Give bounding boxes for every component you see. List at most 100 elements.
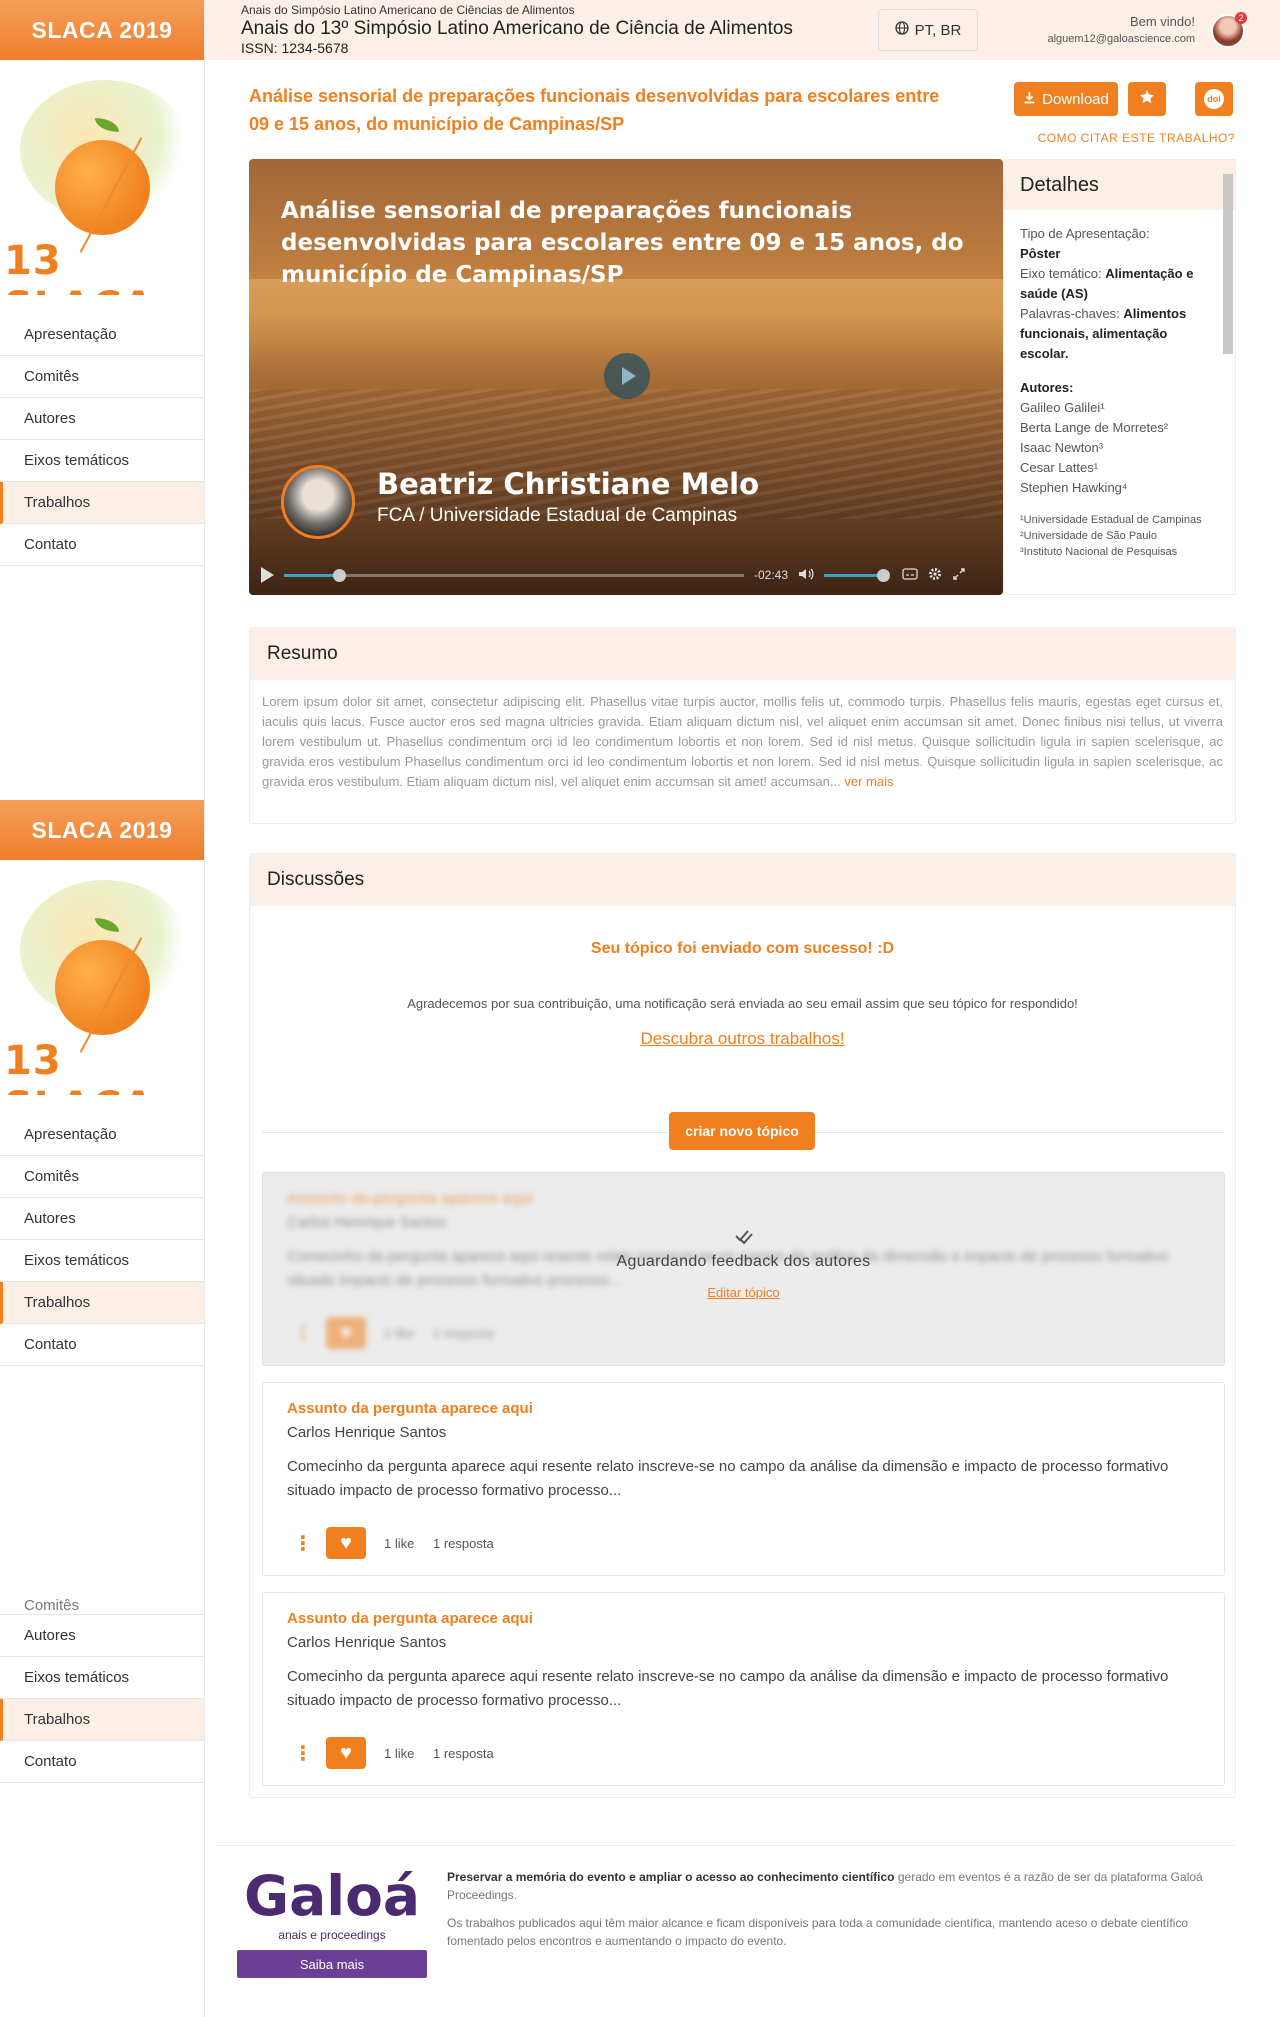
affiliation-item: ²Universidade de São Paulo: [1020, 530, 1157, 542]
topic-card: Assunto da pergunta aparece aqui Carlos …: [262, 1382, 1225, 1576]
pending-overlay: Aguardando feedback dos autores Editar t…: [263, 1225, 1224, 1300]
speaker-photo: [281, 465, 355, 539]
topic-subject[interactable]: Assunto da pergunta aparece aqui: [287, 1400, 533, 1417]
presentation-type-label: Tipo de Apresentação:: [1020, 226, 1150, 241]
sidebar-item-apresentacao[interactable]: Apresentação: [0, 314, 204, 356]
play-button[interactable]: [604, 353, 650, 399]
new-topic-button[interactable]: criar novo tópico: [669, 1112, 815, 1150]
learn-more-button[interactable]: Saiba mais: [237, 1950, 427, 1978]
sidebar-item-eixos[interactable]: Eixos temáticos: [0, 1657, 204, 1699]
success-message: Seu tópico foi enviado com sucesso! :D: [590, 940, 895, 957]
sidebar-item-trabalhos[interactable]: Trabalhos: [0, 1282, 204, 1324]
language-label: PT, BR: [914, 21, 962, 39]
sidebar-item-trabalhos[interactable]: Trabalhos: [0, 1699, 204, 1741]
resumo-text: Lorem ipsum dolor sit amet, consectetur …: [250, 680, 1235, 804]
sidebar-item-apresentacao[interactable]: Apresentação: [0, 1114, 204, 1156]
sidebar-item-eixos[interactable]: Eixos temáticos: [0, 1240, 204, 1282]
event-logo[interactable]: 13 SLACA: [0, 60, 204, 295]
favorite-button[interactable]: [1128, 82, 1166, 116]
sidebar-menu: Apresentação Comitês Autores Eixos temát…: [0, 1114, 204, 1366]
footer-text-2: Os trabalhos publicados aqui têm maior a…: [447, 1916, 1189, 1948]
discussions-panel: Discussões Seu tópico foi enviado com su…: [249, 853, 1236, 1798]
doi-button[interactable]: doi: [1195, 82, 1233, 116]
axis-label: Eixo temático:: [1020, 266, 1102, 281]
author-item[interactable]: Berta Lange de Morretes²: [1020, 418, 1219, 438]
video-player[interactable]: Análise sensorial de preparações funcion…: [249, 159, 1003, 595]
more-options-icon: ⋮: [293, 1323, 313, 1345]
sidebar-item-contato[interactable]: Contato: [0, 1741, 204, 1783]
event-logo-text: 13 SLACA: [4, 1038, 154, 1095]
volume-slider[interactable]: [824, 568, 891, 582]
read-more-link[interactable]: ver mais: [844, 774, 893, 789]
download-label: Download: [1042, 90, 1109, 108]
resumo-content: Lorem ipsum dolor sit amet, consectetur …: [262, 694, 1223, 789]
more-options-icon[interactable]: ⋮: [293, 1531, 313, 1556]
sidebar-item-autores[interactable]: Autores: [0, 1615, 204, 1657]
author-item[interactable]: Cesar Lattes¹: [1020, 458, 1219, 478]
topic-subject[interactable]: Assunto da pergunta aparece aqui: [287, 1610, 533, 1627]
topic-likes: 1 like: [384, 1536, 415, 1551]
volume-icon[interactable]: [798, 567, 814, 584]
pending-status: Aguardando feedback dos autores: [616, 1253, 871, 1270]
double-check-icon: [263, 1225, 1224, 1251]
header-subtitle: Anais do Simpósio Latino Americano de Ci…: [241, 3, 575, 17]
sidebar-brand[interactable]: SLACA 2019: [0, 0, 204, 60]
settings-icon[interactable]: [928, 567, 942, 584]
sidebar-item-eixos[interactable]: Eixos temáticos: [0, 440, 204, 482]
thanks-message: Agradecemos por sua contribuição, uma no…: [407, 996, 1078, 1011]
video-progress-bar[interactable]: [284, 568, 744, 582]
doi-icon: doi: [1204, 89, 1224, 109]
video-progress-handle[interactable]: [333, 568, 347, 582]
pending-topic-card: Assunto da pergunta aparece aqui Carlos …: [262, 1172, 1225, 1366]
cite-link[interactable]: COMO CITAR ESTE TRABALHO?: [1038, 131, 1235, 145]
top-header: Anais do Simpósio Latino Americano de Ci…: [205, 0, 1280, 60]
topic-likes: 1 like: [384, 1746, 415, 1761]
fullscreen-icon[interactable]: [952, 567, 966, 584]
speaker-name: Beatriz Christiane Melo: [377, 467, 760, 501]
topic-subject: Assunto da pergunta aparece aqui: [287, 1190, 533, 1207]
topic-author: Carlos Henrique Santos: [287, 1634, 447, 1651]
like-button[interactable]: ♥: [326, 1737, 366, 1769]
author-item[interactable]: Stephen Hawking⁴: [1020, 478, 1219, 498]
topic-author: Carlos Henrique Santos: [287, 1424, 447, 1441]
topic-likes: 1 like: [384, 1326, 415, 1341]
sidebar-item-autores[interactable]: Autores: [0, 398, 204, 440]
edit-topic-link[interactable]: Editar tópico: [263, 1285, 1224, 1300]
download-button[interactable]: Download: [1014, 82, 1118, 116]
volume-handle[interactable]: [877, 568, 891, 582]
sidebar-item-comites[interactable]: Comitês: [0, 1156, 204, 1198]
page-title: Análise sensorial de preparações funcion…: [249, 86, 940, 134]
captions-icon[interactable]: [902, 567, 918, 583]
sidebar-brand[interactable]: SLACA 2019: [0, 800, 204, 860]
details-scrollbar[interactable]: [1223, 174, 1233, 354]
sidebar-item-contato[interactable]: Contato: [0, 1324, 204, 1366]
author-item[interactable]: Isaac Newton³: [1020, 438, 1219, 458]
affiliation-item: ³Instituto Nacional de Pesquisas: [1020, 546, 1178, 558]
video-title: Análise sensorial de preparações funcion…: [281, 198, 964, 288]
play-icon[interactable]: [261, 567, 274, 583]
like-button[interactable]: ♥: [326, 1527, 366, 1559]
sidebar-item-contato[interactable]: Contato: [0, 524, 204, 566]
sidebar-item-comites[interactable]: Comitês: [0, 356, 204, 398]
author-item[interactable]: Galileo Galilei¹: [1020, 398, 1219, 418]
discover-link[interactable]: Descubra outros trabalhos!: [250, 1029, 1235, 1049]
resumo-panel: Resumo Lorem ipsum dolor sit amet, conse…: [249, 627, 1236, 824]
download-icon: [1023, 91, 1036, 108]
sidebar-menu: Apresentação Comitês Autores Eixos temát…: [0, 314, 204, 566]
user-email: alguem12@galoascience.com: [1047, 33, 1195, 45]
time-remaining: -02:43: [754, 568, 789, 582]
topic-replies[interactable]: 1 resposta: [433, 1746, 494, 1761]
sidebar-item-trabalhos[interactable]: Trabalhos: [0, 482, 204, 524]
topic-replies[interactable]: 1 resposta: [433, 1536, 494, 1551]
footer-highlight: Preservar a memória do evento e ampliar …: [447, 1870, 895, 1884]
sidebar-item-autores[interactable]: Autores: [0, 1198, 204, 1240]
speaker-institution: FCA / Universidade Estadual de Campinas: [377, 505, 738, 526]
sidebar-item-comites[interactable]: Comitês: [0, 1595, 204, 1615]
header-title: Anais do 13º Simpósio Latino Americano d…: [241, 18, 793, 39]
language-selector[interactable]: PT, BR: [878, 9, 978, 51]
notification-badge[interactable]: 2: [1235, 12, 1247, 24]
welcome-text: Bem vindo!: [1129, 14, 1195, 29]
event-logo-text: 13 SLACA: [4, 238, 154, 295]
more-options-icon[interactable]: ⋮: [293, 1741, 313, 1766]
event-logo[interactable]: 13 SLACA: [0, 860, 204, 1095]
